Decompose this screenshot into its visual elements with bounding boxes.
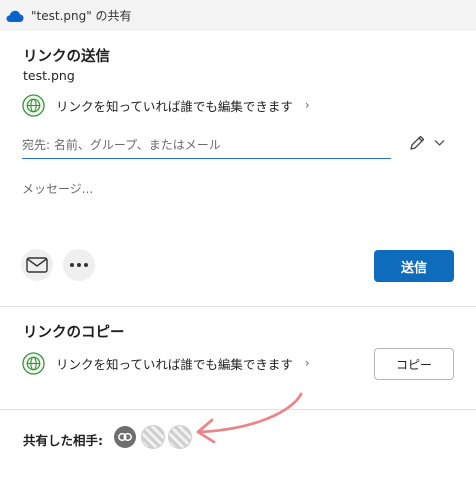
message-input[interactable] <box>22 182 442 196</box>
more-icon <box>70 263 88 267</box>
chevron-right-icon: › <box>304 98 310 112</box>
copy-permission-selector[interactable]: リンクを知っていれば誰でも編集できます › <box>22 350 310 376</box>
copy-button[interactable]: コピー <box>374 348 454 380</box>
send-permission-selector[interactable]: リンクを知っていれば誰でも編集できます › <box>22 92 310 118</box>
send-button[interactable]: 送信 <box>374 250 454 282</box>
title-bar: "test.png" の共有 <box>0 0 476 31</box>
recipients-input[interactable] <box>22 137 391 152</box>
mail-icon <box>26 257 48 273</box>
section-divider <box>0 306 476 307</box>
chevron-right-icon: › <box>304 356 310 370</box>
copy-permission-label: リンクを知っていれば誰でも編集できます <box>56 356 293 372</box>
globe-icon <box>22 351 45 375</box>
file-name: test.png <box>23 68 75 83</box>
link-icon <box>118 433 132 441</box>
onedrive-cloud-icon <box>6 10 24 22</box>
send-permission-label: リンクを知っていれば誰でも編集できます <box>56 98 293 114</box>
globe-icon <box>22 93 45 117</box>
avatar[interactable] <box>141 425 165 449</box>
send-link-heading: リンクの送信 <box>23 49 110 65</box>
link-avatar[interactable] <box>114 426 136 448</box>
annotation-arrow <box>196 392 303 444</box>
recipients-field[interactable] <box>22 131 391 159</box>
avatar[interactable] <box>168 425 192 449</box>
copy-link-heading: リンクのコピー <box>23 325 125 341</box>
message-field[interactable] <box>22 178 442 198</box>
more-options-button[interactable] <box>63 249 95 281</box>
shared-with-label: 共有した相手: <box>23 433 103 448</box>
chevron-down-icon[interactable] <box>434 139 445 147</box>
pencil-icon[interactable] <box>408 134 426 152</box>
window-title: "test.png" の共有 <box>31 9 132 23</box>
email-button[interactable] <box>21 249 53 281</box>
